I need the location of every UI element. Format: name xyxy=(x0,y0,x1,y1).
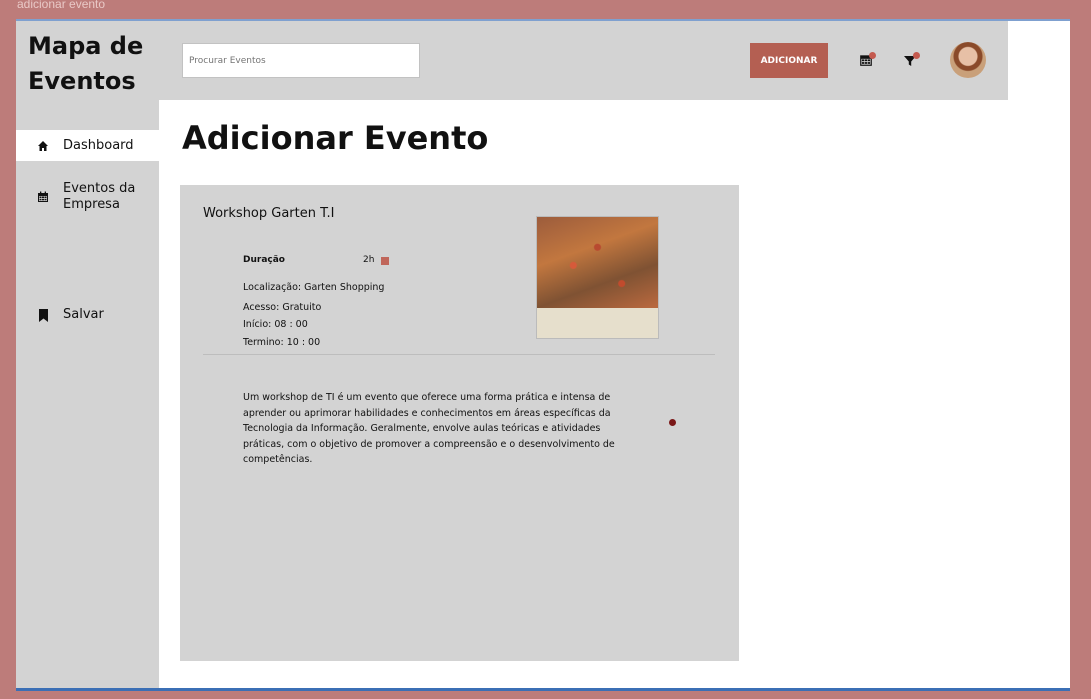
bookmark-icon xyxy=(35,307,51,323)
avatar[interactable] xyxy=(950,42,986,78)
calendar-icon xyxy=(35,189,51,205)
sidebar-item-eventos-da-empresa[interactable]: Eventos da Empresa xyxy=(16,181,159,217)
duration-color-swatch xyxy=(381,257,389,265)
event-description: Um workshop de TI é um evento que oferec… xyxy=(243,392,615,465)
top-bar: ADICIONAR xyxy=(159,21,1008,100)
app-frame: Mapa de Eventos Dashboard Eventos da Emp… xyxy=(16,19,1070,691)
status-dot xyxy=(669,419,676,426)
divider xyxy=(203,354,715,355)
sidebar-item-dashboard[interactable]: Dashboard xyxy=(16,130,159,161)
sidebar-item-salvar[interactable]: Salvar xyxy=(16,307,159,327)
sidebar: Mapa de Eventos Dashboard Eventos da Emp… xyxy=(16,21,159,688)
add-button[interactable]: ADICIONAR xyxy=(750,43,828,78)
event-name: Workshop Garten T.I xyxy=(203,206,335,221)
sidebar-item-label: Eventos da Empresa xyxy=(63,181,136,212)
page-title: Adicionar Evento xyxy=(182,119,489,157)
event-image xyxy=(536,216,659,339)
duration-label: Duração xyxy=(243,255,285,265)
calendar-button[interactable] xyxy=(856,51,876,71)
home-icon xyxy=(35,138,51,154)
event-end: Termino: 10 : 00 xyxy=(243,337,321,348)
sidebar-item-label: Dashboard xyxy=(63,137,134,153)
sidebar-item-label: Salvar xyxy=(63,307,104,322)
duration-value: 2h xyxy=(363,255,375,265)
event-access: Acesso: Gratuito xyxy=(243,302,322,313)
brand-logo: Mapa de Eventos xyxy=(28,32,144,95)
event-start: Início: 08 : 00 xyxy=(243,319,308,330)
notification-dot xyxy=(913,52,920,59)
event-card: Workshop Garten T.I Duração 2h Localizaç… xyxy=(180,185,739,661)
search-input[interactable] xyxy=(182,43,420,78)
window-title: adicionar evento xyxy=(17,0,106,11)
filter-button[interactable] xyxy=(900,51,920,71)
event-location: Localização: Garten Shopping xyxy=(243,282,385,293)
notification-dot xyxy=(869,52,876,59)
